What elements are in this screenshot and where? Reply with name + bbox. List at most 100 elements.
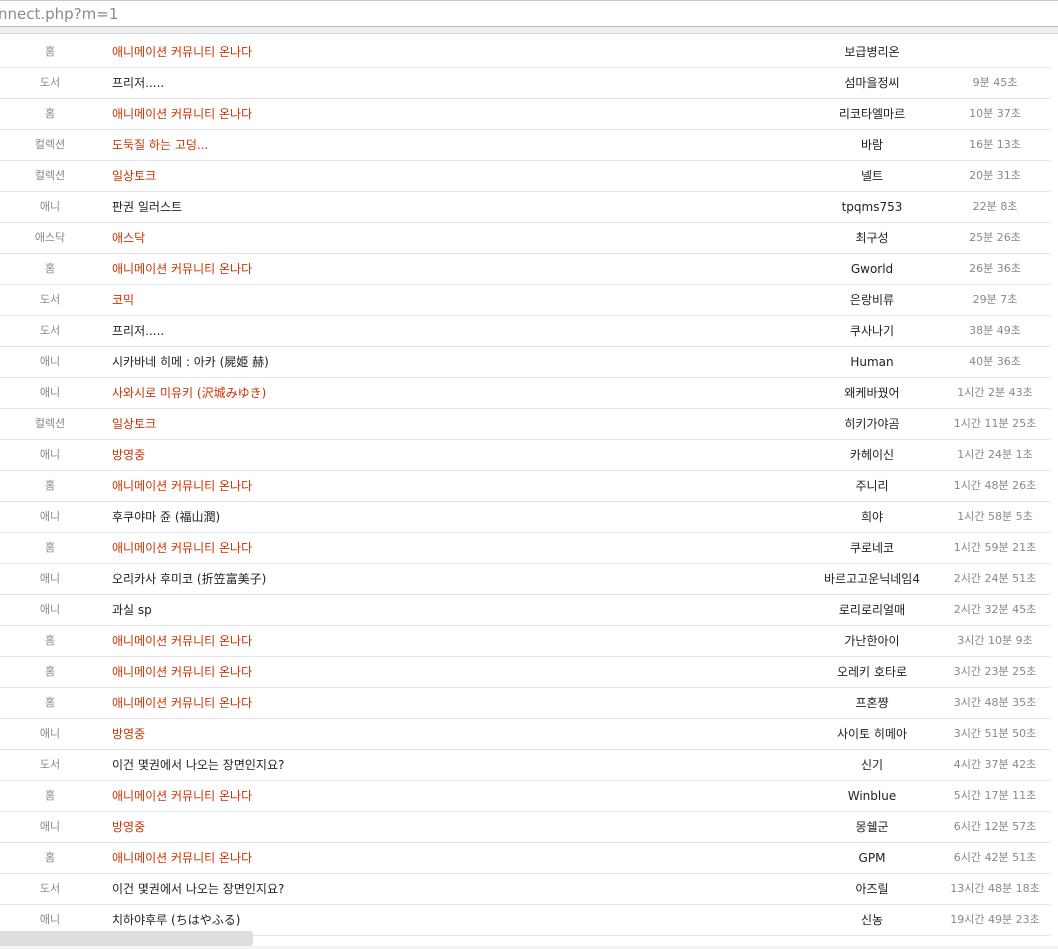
row-elapsed-time: 2시간 32분 45초 — [953, 603, 1037, 616]
row-elapsed-time: 38분 49초 — [969, 324, 1021, 337]
row-elapsed-time: 1시간 24분 1초 — [957, 448, 1033, 461]
row-category: 애스닥 — [34, 231, 66, 244]
list-row: 애니 방영중 몽쉘군 6시간 12분 57초 — [0, 812, 1050, 843]
list-row: 애니 사와시로 미유키 (沢城みゆき) 왜케바꿨어 1시간 2분 43초 — [0, 378, 1050, 409]
row-category: 홈 — [44, 789, 56, 802]
row-elapsed-time: 40분 36초 — [969, 355, 1021, 368]
row-elapsed-time: 6시간 42분 51초 — [953, 851, 1037, 864]
row-elapsed-time: 1시간 59분 21초 — [953, 541, 1037, 554]
row-category: 홈 — [44, 107, 56, 120]
row-category: 홈 — [44, 696, 56, 709]
row-title-link[interactable]: 이건 몇권에서 나오는 장면인지요? — [112, 750, 284, 780]
row-category: 홈 — [44, 851, 56, 864]
row-elapsed-time: 4시간 37분 42초 — [953, 758, 1037, 771]
row-title-link[interactable]: 프리저..... — [112, 68, 164, 98]
row-category: 애니 — [39, 603, 61, 616]
row-title-link[interactable]: 일상토크 — [112, 161, 156, 191]
row-category: 컬렉션 — [34, 138, 66, 151]
list-row: 컬렉션 일상토크 히키가야곰 1시간 11분 25초 — [0, 409, 1050, 440]
row-title-link[interactable]: 방영중 — [112, 440, 145, 470]
row-title-link[interactable]: 애니메이션 커뮤니티 온나다 — [112, 688, 252, 718]
row-category: 애니 — [39, 355, 61, 368]
row-elapsed-time: 10분 37초 — [969, 107, 1021, 120]
address-bar-url[interactable]: nnect.php?m=1 — [0, 5, 118, 23]
list-row: 홈 애니메이션 커뮤니티 온나다 보급병리온 — [0, 37, 1050, 68]
row-title-link[interactable]: 애니메이션 커뮤니티 온나다 — [112, 254, 252, 284]
horizontal-scrollbar-thumb[interactable] — [0, 931, 253, 946]
row-category: 홈 — [44, 45, 56, 58]
row-elapsed-time: 3시간 10분 9초 — [957, 634, 1033, 647]
row-category: 애니 — [39, 510, 61, 523]
row-title-link[interactable]: 이건 몇권에서 나오는 장면인지요? — [112, 874, 284, 904]
list-row: 홈 애니메이션 커뮤니티 온나다 Winblue 5시간 17분 11초 — [0, 781, 1050, 812]
row-elapsed-time: 3시간 48분 35초 — [953, 696, 1037, 709]
row-title-link[interactable]: 애니메이션 커뮤니티 온나다 — [112, 843, 252, 873]
list-row: 홈 애니메이션 커뮤니티 온나다 Gworld 26분 36초 — [0, 254, 1050, 285]
list-row: 홈 애니메이션 커뮤니티 온나다 가난한아이 3시간 10분 9초 — [0, 626, 1050, 657]
row-title-link[interactable]: 애니메이션 커뮤니티 온나다 — [112, 657, 252, 687]
row-elapsed-time: 1시간 2분 43초 — [957, 386, 1033, 399]
row-elapsed-time: 26분 36초 — [969, 262, 1021, 275]
row-elapsed-time: 5시간 17분 11초 — [953, 789, 1037, 802]
row-title-link[interactable]: 과실 sp — [112, 595, 152, 625]
row-title-link[interactable]: 코믹 — [112, 285, 134, 315]
row-title-link[interactable]: 프리저..... — [112, 316, 164, 346]
row-title-link[interactable]: 애니메이션 커뮤니티 온나다 — [112, 626, 252, 656]
list-row: 컬렉션 도둑질 하는 고덩... 바람 16분 13초 — [0, 130, 1050, 161]
row-category: 도서 — [39, 882, 61, 895]
address-bar[interactable]: nnect.php?m=1 — [0, 0, 1058, 27]
list-row: 애니 방영중 카헤이신 1시간 24분 1초 — [0, 440, 1050, 471]
list-row: 홈 애니메이션 커뮤니티 온나다 주니리 1시간 48분 26초 — [0, 471, 1050, 502]
list-row: 도서 프리저..... 섬마을정씨 9분 45초 — [0, 68, 1050, 99]
list-row: 홈 애니메이션 커뮤니티 온나다 GPM 6시간 42분 51초 — [0, 843, 1050, 874]
row-category: 애니 — [39, 200, 61, 213]
row-elapsed-time: 2시간 24분 51초 — [953, 572, 1037, 585]
list-row: 컬렉션 일상토크 넬트 20분 31초 — [0, 161, 1050, 192]
row-elapsed-time: 13시간 48분 18초 — [950, 882, 1040, 895]
row-category: 애니 — [39, 448, 61, 461]
row-elapsed-time: 19시간 49분 23초 — [950, 913, 1040, 926]
row-title-link[interactable]: 오리카사 후미코 (折笠富美子) — [112, 564, 266, 594]
row-elapsed-time: 1시간 58분 5초 — [957, 510, 1033, 523]
row-title-link[interactable]: 방영중 — [112, 812, 145, 842]
list-row: 도서 이건 몇권에서 나오는 장면인지요? 신기 4시간 37분 42초 — [0, 750, 1050, 781]
row-title-link[interactable]: 애니메이션 커뮤니티 온나다 — [112, 471, 252, 501]
row-elapsed-time: 6시간 12분 57초 — [953, 820, 1037, 833]
row-title-link[interactable]: 애니메이션 커뮤니티 온나다 — [112, 99, 252, 129]
list-row: 애니 판권 일러스트 tpqms753 22분 8초 — [0, 192, 1050, 223]
row-title-link[interactable]: 애니메이션 커뮤니티 온나다 — [112, 533, 252, 563]
row-username[interactable]: 보급병리온 — [772, 37, 972, 67]
row-elapsed-time: 3시간 51분 50초 — [953, 727, 1037, 740]
row-title-link[interactable]: 판권 일러스트 — [112, 192, 182, 222]
list-row: 애스닥 애스닥 최구성 25분 26초 — [0, 223, 1050, 254]
row-title-link[interactable]: 애니메이션 커뮤니티 온나다 — [112, 37, 252, 67]
row-title-link[interactable]: 애스닥 — [112, 223, 145, 253]
list-row: 도서 이건 몇권에서 나오는 장면인지요? 아즈릴 13시간 48분 18초 — [0, 874, 1050, 905]
row-category: 애니 — [39, 820, 61, 833]
row-category: 도서 — [39, 293, 61, 306]
row-elapsed-time: 29분 7초 — [972, 293, 1018, 306]
row-title-link[interactable]: 후쿠야마 쥰 (福山潤) — [112, 502, 220, 532]
row-title-link[interactable]: 시카바네 히메 : 아카 (屍姫 赫) — [112, 347, 269, 377]
row-category: 애니 — [39, 727, 61, 740]
list-row: 홈 애니메이션 커뮤니티 온나다 쿠로네코 1시간 59분 21초 — [0, 533, 1050, 564]
row-title-link[interactable]: 사와시로 미유키 (沢城みゆき) — [112, 378, 266, 408]
row-category: 도서 — [39, 324, 61, 337]
row-elapsed-time: 1시간 11분 25초 — [953, 417, 1037, 430]
row-category: 애니 — [39, 572, 61, 585]
row-elapsed-time: 3시간 23분 25초 — [953, 665, 1037, 678]
row-category: 애니 — [39, 386, 61, 399]
row-title-link[interactable]: 방영중 — [112, 719, 145, 749]
row-category: 홈 — [44, 541, 56, 554]
row-elapsed-time: 22분 8초 — [972, 200, 1018, 213]
row-category: 컬렉션 — [34, 169, 66, 182]
row-title-link[interactable]: 일상토크 — [112, 409, 156, 439]
row-elapsed-time: 1시간 48분 26초 — [953, 479, 1037, 492]
list-row: 홈 애니메이션 커뮤니티 온나다 리코타엘마르 10분 37초 — [0, 99, 1050, 130]
list-row: 홈 애니메이션 커뮤니티 온나다 오레키 호타로 3시간 23분 25초 — [0, 657, 1050, 688]
row-title-link[interactable]: 도둑질 하는 고덩... — [112, 130, 208, 160]
list-row: 애니 방영중 사이토 히메아 3시간 51분 50초 — [0, 719, 1050, 750]
list-row: 애니 시카바네 히메 : 아카 (屍姫 赫) Human 40분 36초 — [0, 347, 1050, 378]
row-title-link[interactable]: 애니메이션 커뮤니티 온나다 — [112, 781, 252, 811]
list-row: 도서 프리저..... 쿠사나기 38분 49초 — [0, 316, 1050, 347]
